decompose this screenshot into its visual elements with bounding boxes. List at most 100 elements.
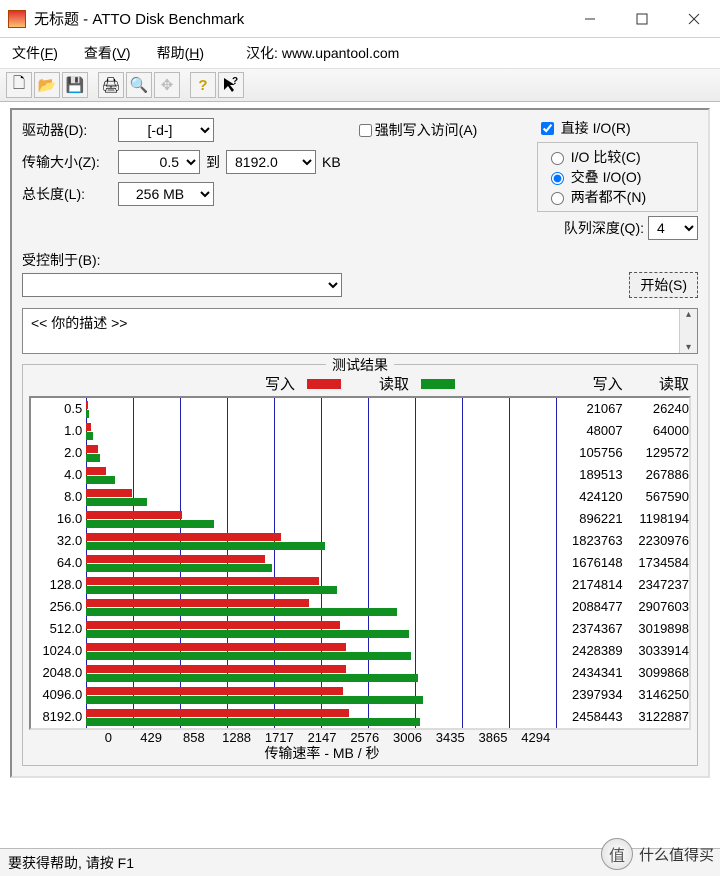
y-axis-labels: 0.51.02.04.08.016.032.064.0128.0256.0512… — [31, 398, 86, 728]
chart-plot — [86, 398, 556, 728]
bar-read — [86, 542, 324, 550]
bar-write — [86, 599, 309, 607]
menu-file[interactable]: 文件(F) — [6, 41, 64, 65]
kb-label: KB — [322, 154, 341, 170]
maximize-button[interactable] — [616, 2, 668, 35]
force-write-label: 强制写入访问(A) — [375, 120, 478, 140]
size-from-select[interactable]: 0.5 — [118, 150, 200, 174]
bar-read — [86, 432, 93, 440]
x-axis-title: 传输速率 - MB / 秒 — [87, 743, 557, 763]
bar-read — [86, 520, 214, 528]
bar-read — [86, 410, 89, 418]
bar-read — [86, 696, 422, 704]
value-row: 189513267886 — [556, 464, 689, 486]
bar-write — [86, 621, 340, 629]
bar-read — [86, 586, 337, 594]
bar-read — [86, 564, 271, 572]
neither-radio[interactable] — [551, 192, 564, 205]
queue-depth-select[interactable]: 4 — [648, 216, 698, 240]
drive-select[interactable]: [-d-] — [118, 118, 214, 142]
y-tick: 64.0 — [31, 552, 82, 574]
whats-this-icon[interactable]: ? — [218, 72, 244, 98]
status-bar: 要获得帮助, 请按 F1 — [0, 848, 720, 876]
value-row: 23979343146250 — [556, 684, 689, 706]
print-icon[interactable]: 🖨 — [98, 72, 124, 98]
overlap-io-radio[interactable] — [551, 172, 564, 185]
description-text: << 你的描述 >> — [31, 315, 127, 331]
scrollbar[interactable]: ▴▾ — [679, 309, 697, 353]
y-tick: 1024.0 — [31, 640, 82, 662]
bar-write — [86, 709, 349, 717]
direct-io-checkbox[interactable] — [541, 122, 554, 135]
y-tick: 8192.0 — [31, 706, 82, 728]
io-compare-radio[interactable] — [551, 152, 564, 165]
bar-write — [86, 445, 97, 453]
value-row: 24283893033914 — [556, 640, 689, 662]
y-tick: 128.0 — [31, 574, 82, 596]
y-tick: 1.0 — [31, 420, 82, 442]
controlled-label: 受控制于(B): — [22, 250, 698, 270]
help-icon[interactable]: ? — [190, 72, 216, 98]
bar-write — [86, 555, 265, 563]
overlap-io-label: 交叠 I/O(O) — [571, 167, 642, 187]
minimize-button[interactable] — [564, 2, 616, 35]
x-tick: 3006 — [386, 730, 429, 745]
app-icon — [8, 10, 26, 28]
bar-write — [86, 423, 91, 431]
force-write-checkbox[interactable] — [359, 124, 372, 137]
bar-write — [86, 511, 182, 519]
x-tick: 429 — [130, 730, 173, 745]
to-label: 到 — [206, 152, 220, 172]
size-to-select[interactable]: 8192.0 — [226, 150, 316, 174]
y-tick: 32.0 — [31, 530, 82, 552]
neither-label: 两者都不(N) — [571, 187, 646, 207]
value-columns: 写入 读取 2106726240480076400010575612957218… — [556, 398, 689, 728]
controlled-select[interactable] — [22, 273, 342, 297]
length-label: 总长度(L): — [22, 184, 118, 204]
y-tick: 0.5 — [31, 398, 82, 420]
value-row: 16761481734584 — [556, 552, 689, 574]
preview-icon[interactable]: 🔍 — [126, 72, 152, 98]
bar-read — [86, 454, 100, 462]
length-select[interactable]: 256 MB — [118, 182, 214, 206]
y-tick: 2048.0 — [31, 662, 82, 684]
bar-read — [86, 498, 147, 506]
description-box[interactable]: << 你的描述 >> ▴▾ — [22, 308, 698, 354]
legend-write-swatch — [307, 379, 341, 389]
menu-view[interactable]: 查看(V) — [78, 41, 137, 65]
window-title: 无标题 - ATTO Disk Benchmark — [34, 8, 244, 29]
x-tick: 3865 — [472, 730, 515, 745]
save-icon[interactable]: 💾 — [62, 72, 88, 98]
hanhua-link[interactable]: www.upantool.com — [282, 45, 400, 61]
legend-write-label: 写入 — [265, 373, 295, 394]
bar-read — [86, 652, 410, 660]
new-icon[interactable]: 🗋 — [6, 72, 32, 98]
value-row: 24584433122887 — [556, 706, 689, 728]
bar-write — [86, 401, 88, 409]
drive-label: 驱动器(D): — [22, 120, 118, 140]
value-row: 8962211198194 — [556, 508, 689, 530]
menu-help[interactable]: 帮助(H) — [151, 41, 210, 65]
y-tick: 512.0 — [31, 618, 82, 640]
value-row: 18237632230976 — [556, 530, 689, 552]
direct-io-label: 直接 I/O(R) — [561, 118, 631, 138]
bar-read — [86, 630, 409, 638]
start-button[interactable]: 开始(S) — [629, 272, 698, 298]
queue-depth-label: 队列深度(Q): — [564, 218, 644, 238]
bar-write — [86, 665, 346, 673]
svg-text:?: ? — [232, 76, 238, 87]
col-write-header: 写入 — [556, 378, 622, 396]
bar-write — [86, 467, 106, 475]
status-text: 要获得帮助, 请按 F1 — [8, 855, 134, 871]
open-icon[interactable]: 📂 — [34, 72, 60, 98]
x-tick: 4294 — [514, 730, 557, 745]
close-button[interactable] — [668, 2, 720, 35]
bar-read — [86, 608, 397, 616]
x-tick: 858 — [172, 730, 215, 745]
y-tick: 4.0 — [31, 464, 82, 486]
move-icon[interactable]: ✥ — [154, 72, 180, 98]
bar-write — [86, 643, 346, 651]
bar-write — [86, 489, 131, 497]
y-tick: 256.0 — [31, 596, 82, 618]
results-group: 测试结果 写入 读取 0.51.02.04.08.016.032.064.012… — [22, 364, 698, 766]
